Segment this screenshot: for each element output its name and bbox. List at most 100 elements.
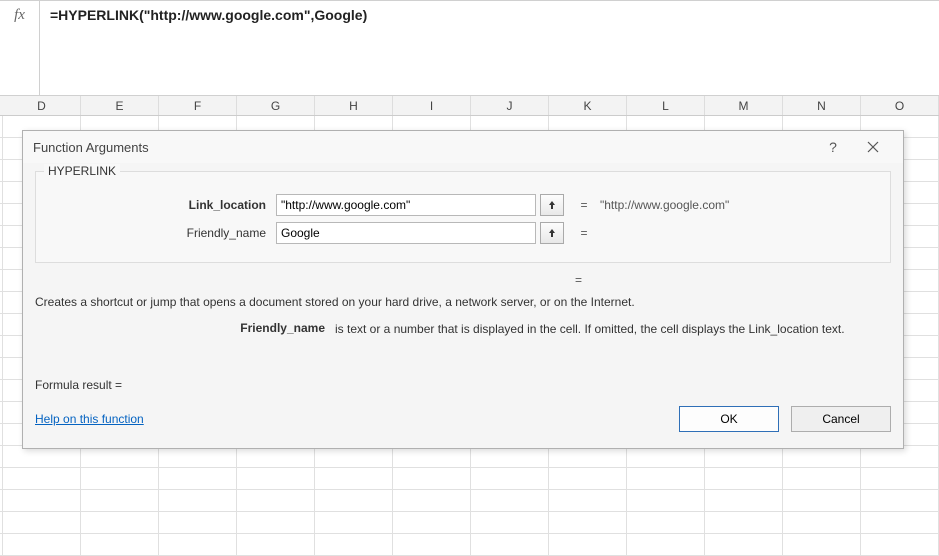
cell[interactable] xyxy=(81,468,159,490)
column-headers: D E F G H I J K L M N O xyxy=(0,96,939,116)
cell[interactable] xyxy=(81,534,159,556)
cell[interactable] xyxy=(783,446,861,468)
cell[interactable] xyxy=(315,468,393,490)
cell[interactable] xyxy=(549,468,627,490)
cell[interactable] xyxy=(627,490,705,512)
cell[interactable] xyxy=(471,512,549,534)
cell[interactable] xyxy=(3,446,81,468)
col-head-K[interactable]: K xyxy=(549,96,627,115)
cell[interactable] xyxy=(627,468,705,490)
cell[interactable] xyxy=(861,468,939,490)
col-head-H[interactable]: H xyxy=(315,96,393,115)
col-head-J[interactable]: J xyxy=(471,96,549,115)
formula-input[interactable]: =HYPERLINK("http://www.google.com",Googl… xyxy=(40,1,939,29)
cell[interactable] xyxy=(159,446,237,468)
col-head-M[interactable]: M xyxy=(705,96,783,115)
fx-icon[interactable]: fx xyxy=(0,1,40,95)
cell[interactable] xyxy=(783,490,861,512)
col-head-G[interactable]: G xyxy=(237,96,315,115)
cell[interactable] xyxy=(315,512,393,534)
collapse-dialog-icon[interactable] xyxy=(540,222,564,244)
cell[interactable] xyxy=(315,534,393,556)
cell[interactable] xyxy=(81,512,159,534)
cell[interactable] xyxy=(549,490,627,512)
col-head-F[interactable]: F xyxy=(159,96,237,115)
cell[interactable] xyxy=(393,490,471,512)
cell[interactable] xyxy=(549,446,627,468)
equals-symbol: = xyxy=(574,226,594,240)
cell[interactable] xyxy=(705,490,783,512)
equals-symbol: = xyxy=(574,198,594,212)
cell[interactable] xyxy=(627,512,705,534)
function-description: Creates a shortcut or jump that opens a … xyxy=(35,295,891,309)
cell[interactable] xyxy=(861,490,939,512)
cell[interactable] xyxy=(159,534,237,556)
dialog-footer: Help on this function OK Cancel xyxy=(35,406,891,432)
cell[interactable] xyxy=(471,446,549,468)
cell[interactable] xyxy=(237,490,315,512)
cell[interactable] xyxy=(81,490,159,512)
cell[interactable] xyxy=(861,512,939,534)
cell[interactable] xyxy=(3,534,81,556)
cell[interactable] xyxy=(315,490,393,512)
argument-help-label: Friendly_name xyxy=(35,321,335,338)
cell[interactable] xyxy=(705,446,783,468)
arg-label-link-location: Link_location xyxy=(46,198,276,212)
close-icon[interactable] xyxy=(853,133,893,161)
overall-result: = xyxy=(35,273,891,287)
cell[interactable] xyxy=(237,468,315,490)
cell[interactable] xyxy=(3,468,81,490)
argument-help: Friendly_name is text or a number that i… xyxy=(35,321,891,338)
cell[interactable] xyxy=(471,534,549,556)
formula-bar: fx =HYPERLINK("http://www.google.com",Go… xyxy=(0,0,939,96)
cell[interactable] xyxy=(861,446,939,468)
help-on-function-link[interactable]: Help on this function xyxy=(35,412,144,426)
cell[interactable] xyxy=(549,534,627,556)
cell[interactable] xyxy=(471,490,549,512)
col-head-L[interactable]: L xyxy=(627,96,705,115)
cell[interactable] xyxy=(393,446,471,468)
cell[interactable] xyxy=(861,534,939,556)
cell[interactable] xyxy=(315,446,393,468)
function-name-label: HYPERLINK xyxy=(44,164,120,178)
col-head-E[interactable]: E xyxy=(81,96,159,115)
cell[interactable] xyxy=(627,534,705,556)
cell[interactable] xyxy=(393,468,471,490)
cell[interactable] xyxy=(705,534,783,556)
dialog-title-bar[interactable]: Function Arguments ? xyxy=(23,131,903,163)
formula-result: Formula result = xyxy=(35,378,891,392)
help-icon[interactable]: ? xyxy=(813,133,853,161)
cell[interactable] xyxy=(393,512,471,534)
cell[interactable] xyxy=(471,468,549,490)
friendly-name-input[interactable] xyxy=(276,222,536,244)
cell[interactable] xyxy=(783,512,861,534)
col-head-O[interactable]: O xyxy=(861,96,939,115)
cell[interactable] xyxy=(237,446,315,468)
cell[interactable] xyxy=(3,512,81,534)
arg-label-friendly-name: Friendly_name xyxy=(46,226,276,240)
cell[interactable] xyxy=(393,534,471,556)
cell[interactable] xyxy=(159,490,237,512)
link-location-input[interactable] xyxy=(276,194,536,216)
cancel-button[interactable]: Cancel xyxy=(791,406,891,432)
cell[interactable] xyxy=(81,446,159,468)
cell[interactable] xyxy=(237,534,315,556)
cell[interactable] xyxy=(783,468,861,490)
cell[interactable] xyxy=(159,468,237,490)
col-head-I[interactable]: I xyxy=(393,96,471,115)
hyperlink-fieldset: HYPERLINK Link_location = "http://www.go… xyxy=(35,171,891,263)
col-head-N[interactable]: N xyxy=(783,96,861,115)
arg-row-link-location: Link_location = "http://www.google.com" xyxy=(46,194,880,216)
cell[interactable] xyxy=(783,534,861,556)
ok-button[interactable]: OK xyxy=(679,406,779,432)
col-head-D[interactable]: D xyxy=(3,96,81,115)
arg-result-link-location: "http://www.google.com" xyxy=(600,198,729,212)
cell[interactable] xyxy=(549,512,627,534)
cell[interactable] xyxy=(627,446,705,468)
cell[interactable] xyxy=(705,468,783,490)
cell[interactable] xyxy=(159,512,237,534)
cell[interactable] xyxy=(705,512,783,534)
collapse-dialog-icon[interactable] xyxy=(540,194,564,216)
cell[interactable] xyxy=(3,490,81,512)
cell[interactable] xyxy=(237,512,315,534)
